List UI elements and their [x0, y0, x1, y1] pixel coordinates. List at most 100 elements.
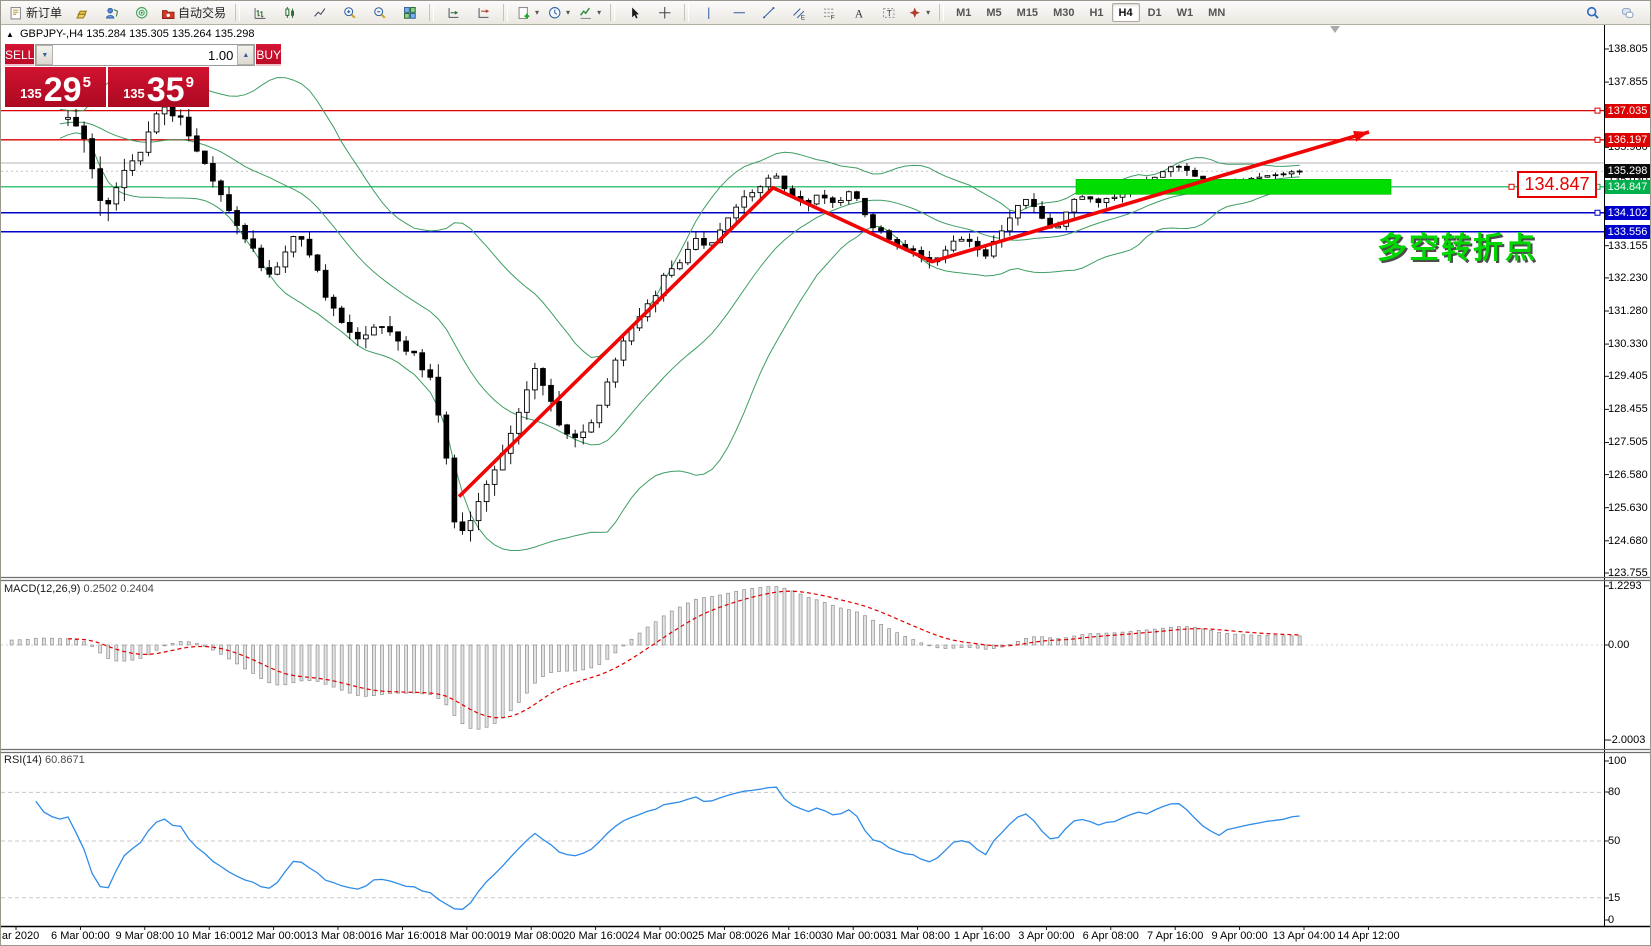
toolbar-separator: [939, 4, 944, 21]
search-button[interactable]: [1578, 2, 1607, 23]
rsi-axis-label: 80: [1608, 786, 1620, 798]
trendline-tool-button[interactable]: [754, 2, 783, 23]
timeframe-H4-button[interactable]: H4: [1112, 3, 1140, 22]
macd-name: MACD(12,26,9): [4, 583, 80, 595]
buy-price[interactable]: 135 35 9: [108, 67, 209, 107]
templates-button[interactable]: ▾: [513, 2, 543, 23]
price-level-badge: 137.035: [1605, 104, 1650, 118]
sell-price-big: 29: [44, 76, 82, 106]
chart-shift-button[interactable]: [469, 2, 498, 23]
text-icon: A: [852, 6, 866, 20]
price-level-badge: 135.298: [1605, 164, 1650, 178]
svg-text:T: T: [886, 7, 891, 17]
timeframe-W1-button[interactable]: W1: [1170, 3, 1201, 22]
consolidation-zone-box[interactable]: [1076, 179, 1391, 194]
time-tick-label: 1 Apr 16:00: [954, 930, 1010, 942]
deposit-button[interactable]: [67, 2, 96, 23]
line-chart-mode-button[interactable]: [305, 2, 334, 23]
timeframe-M15-button[interactable]: M15: [1010, 3, 1045, 22]
timeframe-M1-button[interactable]: M1: [949, 3, 978, 22]
ohlc-low: 135.264: [172, 28, 212, 40]
text-label-tool-button[interactable]: T: [874, 2, 903, 23]
chevron-down-icon: ▾: [597, 8, 601, 17]
hline-anchor-square[interactable]: [1595, 210, 1600, 215]
new-order-button[interactable]: 新订单: [5, 2, 66, 23]
time-tick-label: 14 Apr 12:00: [1337, 930, 1399, 942]
chart-shift-marker[interactable]: [1330, 26, 1340, 33]
price-level-badge: 133.556: [1605, 225, 1650, 239]
bar-chart-mode-button[interactable]: [245, 2, 274, 23]
cursor-tool-button[interactable]: [620, 2, 649, 23]
candlesticks: [66, 97, 1302, 542]
price-tick-label: 125.630: [1608, 502, 1648, 514]
time-tick-label: 12 Mar 00:00: [241, 930, 306, 942]
candle-chart-mode-button[interactable]: [275, 2, 304, 23]
periods-button[interactable]: ▾: [544, 2, 574, 23]
price-level-badge: 134.847: [1605, 180, 1650, 194]
rsi-value: 60.8671: [45, 754, 85, 766]
timeframe-D1-button[interactable]: D1: [1141, 3, 1169, 22]
volume-up-button[interactable]: ▲: [237, 45, 254, 65]
toolbar-right-group: [1578, 2, 1646, 23]
zoom-in-button[interactable]: [335, 2, 364, 23]
fibonacci-tool-button[interactable]: F: [814, 2, 843, 23]
timeframe-M30-button[interactable]: M30: [1046, 3, 1081, 22]
price-tick-label: 132.230: [1608, 272, 1648, 284]
hline-anchor-square[interactable]: [1595, 108, 1600, 113]
indicators-button[interactable]: ▾: [575, 2, 605, 23]
sell-button[interactable]: SELL: [5, 44, 34, 66]
svg-text:E: E: [800, 14, 804, 20]
equidistant-channel-tool-button[interactable]: E: [784, 2, 813, 23]
ohlc-high: 135.305: [129, 28, 169, 40]
macd-signal-value: 0.2404: [120, 583, 154, 595]
macd-axis-label: 1.2293: [1608, 580, 1642, 592]
time-tick-label: 6 Mar 00:00: [51, 930, 110, 942]
volume-input[interactable]: [53, 45, 237, 65]
chart-canvas[interactable]: [1, 1, 1651, 946]
rsi-indicator-label: RSI(14) 60.8671: [4, 754, 85, 766]
macd-axis-label: 0.00: [1608, 639, 1629, 651]
hline-anchor-square[interactable]: [1595, 137, 1600, 142]
indicator-icon: [579, 6, 593, 20]
zoom-out-button[interactable]: [365, 2, 394, 23]
tile-windows-button[interactable]: [395, 2, 424, 23]
text-tool-button[interactable]: A: [844, 2, 873, 23]
volume-down-button[interactable]: ▼: [36, 45, 53, 65]
horizontal-line-tool-button[interactable]: [724, 2, 753, 23]
svg-text:A: A: [854, 8, 863, 20]
arrows-tool-button[interactable]: ▾: [904, 2, 934, 23]
sell-price[interactable]: 135 29 5: [5, 67, 106, 107]
pivot-annotation-text[interactable]: 多空转折点: [1377, 223, 1537, 267]
clock-icon: [548, 6, 562, 20]
community-button[interactable]: [1613, 2, 1642, 23]
buy-button[interactable]: BUY: [256, 44, 281, 66]
time-tick-label: 13 Apr 04:00: [1273, 930, 1335, 942]
timeframe-H1-button[interactable]: H1: [1082, 3, 1110, 22]
auto-trading-button[interactable]: 自动交易: [157, 2, 230, 23]
crosshair-tool-button[interactable]: [650, 2, 679, 23]
vline-icon: [702, 6, 716, 20]
collapse-arrow-icon[interactable]: ▲: [6, 30, 14, 39]
price-hlines[interactable]: [1, 111, 1604, 232]
timeframe-MN-button[interactable]: MN: [1201, 3, 1232, 22]
price-tick-label: 133.155: [1608, 240, 1648, 252]
price-tick-label: 124.680: [1608, 535, 1648, 547]
tiles-icon: [403, 6, 417, 20]
buy-price-prefix: 135: [123, 86, 145, 106]
price-level-badge: 134.102: [1605, 206, 1650, 220]
profile-button[interactable]: [97, 2, 126, 23]
rsi-axis-label: 15: [1608, 892, 1620, 904]
price-callout-label[interactable]: 134.847: [1517, 171, 1597, 198]
tline-icon: [762, 6, 776, 20]
price-tick-label: 130.330: [1608, 338, 1648, 350]
arrows-icon: [908, 6, 922, 20]
market-radar-button[interactable]: [127, 2, 156, 23]
sell-price-prefix: 135: [20, 86, 42, 106]
price-tick-label: 123.755: [1608, 567, 1648, 579]
sell-price-pip: 5: [83, 74, 91, 106]
auto-scroll-button[interactable]: [439, 2, 468, 23]
price-tick-label: 129.405: [1608, 370, 1648, 382]
timeframe-M5-button[interactable]: M5: [979, 3, 1008, 22]
candles-icon: [283, 6, 297, 20]
vertical-line-tool-button[interactable]: [694, 2, 723, 23]
